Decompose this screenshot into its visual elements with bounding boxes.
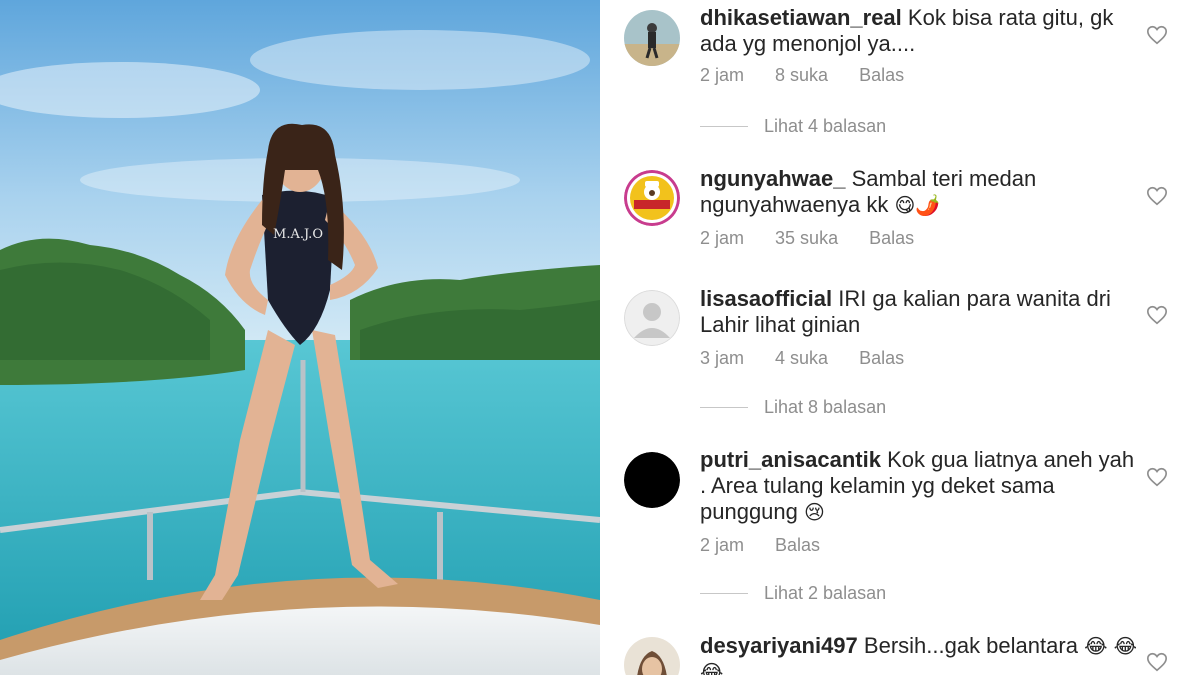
view-replies-label: Lihat 8 balasan (764, 396, 887, 417)
heart-icon[interactable] (1146, 304, 1168, 326)
view-replies-label: Lihat 2 balasan (764, 582, 887, 603)
heart-icon[interactable] (1146, 24, 1168, 46)
comments-panel: dhikasetiawan_real Kok bisa rata gitu, g… (600, 0, 1200, 675)
comment-likes[interactable]: 8 suka (775, 65, 828, 86)
comment-emoji: 😢 (804, 500, 825, 524)
comment-likes[interactable]: 35 suka (775, 228, 838, 249)
comment-likes[interactable]: 4 suka (775, 348, 828, 369)
comment-time: 2 jam (700, 65, 745, 85)
view-replies-label: Lihat 4 balasan (764, 115, 887, 136)
reply-button[interactable]: Balas (775, 535, 820, 556)
comment-emoji: 😋🌶️ (894, 193, 941, 217)
divider-line (700, 406, 748, 408)
divider-line (700, 125, 748, 127)
comment-time: 2 jam (700, 228, 745, 248)
comment-username[interactable]: lisasaofficial (700, 286, 832, 311)
beach-boat-photo: M.A.J.O (0, 0, 600, 675)
avatar[interactable] (624, 10, 680, 66)
reply-button[interactable]: Balas (869, 228, 914, 249)
avatar[interactable] (624, 637, 680, 675)
comment-emoji: 😂 (1084, 634, 1108, 658)
post-photo: M.A.J.O (0, 0, 600, 675)
avatar[interactable] (624, 452, 680, 508)
reply-button[interactable]: Balas (859, 348, 904, 369)
comment-username[interactable]: putri_anisacantik (700, 447, 881, 472)
comment-time: 3 jam (700, 348, 745, 368)
view-replies-button[interactable]: Lihat 4 balasan (700, 114, 886, 138)
avatar[interactable] (624, 170, 680, 226)
view-replies-button[interactable]: Lihat 8 balasan (700, 395, 886, 419)
comment-username[interactable]: desyariyani497 (700, 633, 858, 658)
comment-username[interactable]: dhikasetiawan_real (700, 5, 902, 30)
avatar[interactable] (624, 290, 680, 346)
swimsuit-text: M.A.J.O (273, 227, 323, 242)
divider-line (700, 592, 748, 594)
heart-icon[interactable] (1146, 651, 1168, 673)
comment-time: 2 jam (700, 535, 745, 555)
view-replies-button[interactable]: Lihat 2 balasan (700, 581, 886, 605)
comment-username[interactable]: ngunyahwae_ (700, 166, 845, 191)
heart-icon[interactable] (1146, 466, 1168, 488)
heart-icon[interactable] (1146, 185, 1168, 207)
comment-text: Bersih...gak belantara (863, 633, 1078, 658)
reply-button[interactable]: Balas (859, 65, 904, 86)
